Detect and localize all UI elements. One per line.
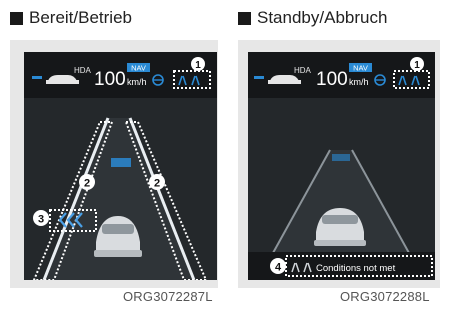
title-bullet-icon <box>238 11 251 25</box>
title-bullet-icon <box>10 11 23 25</box>
lead-distance-indicator <box>332 154 350 161</box>
hda-status-marker <box>254 76 264 79</box>
panel-right-screen: HDA 100 NAV km/h 1 Conditions not met 4 <box>248 52 435 280</box>
speed-unit: km/h <box>349 77 369 87</box>
hda-status-marker <box>32 76 42 79</box>
panel-right-title: Standby/Abbruch <box>238 6 387 30</box>
callout-1-label: 1 <box>414 60 420 71</box>
callout-3-label: 3 <box>38 214 44 226</box>
nav-badge-text: NAV <box>131 64 146 73</box>
panel-left-screen: HDA 100 NAV km/h 1 2 2 3 <box>24 52 217 280</box>
speed-value: 100 <box>316 69 348 90</box>
hda-label: HDA <box>294 66 312 75</box>
callout-2-right-label: 2 <box>154 178 160 190</box>
lead-distance-indicator <box>111 158 131 167</box>
figure-code-left: ORG3072287L <box>123 289 213 304</box>
speed-unit: km/h <box>127 77 147 87</box>
panel-left-title: Bereit/Betrieb <box>10 6 132 30</box>
callout-1-label: 1 <box>195 60 201 71</box>
nav-badge-text: NAV <box>353 64 368 73</box>
panel-right-display: HDA 100 NAV km/h 1 Conditions not met 4 <box>248 52 435 280</box>
hda-label: HDA <box>74 66 92 75</box>
status-message: Conditions not met <box>316 263 396 274</box>
panel-left-title-text: Bereit/Betrieb <box>29 8 132 27</box>
panel-left-display: HDA 100 NAV km/h 1 2 2 3 <box>24 52 217 280</box>
callout-4-label: 4 <box>275 262 282 274</box>
panel-right-title-text: Standby/Abbruch <box>257 8 388 27</box>
figure-code-right: ORG3072288L <box>340 289 430 304</box>
speed-value: 100 <box>94 69 126 90</box>
callout-2-left-label: 2 <box>84 178 90 190</box>
